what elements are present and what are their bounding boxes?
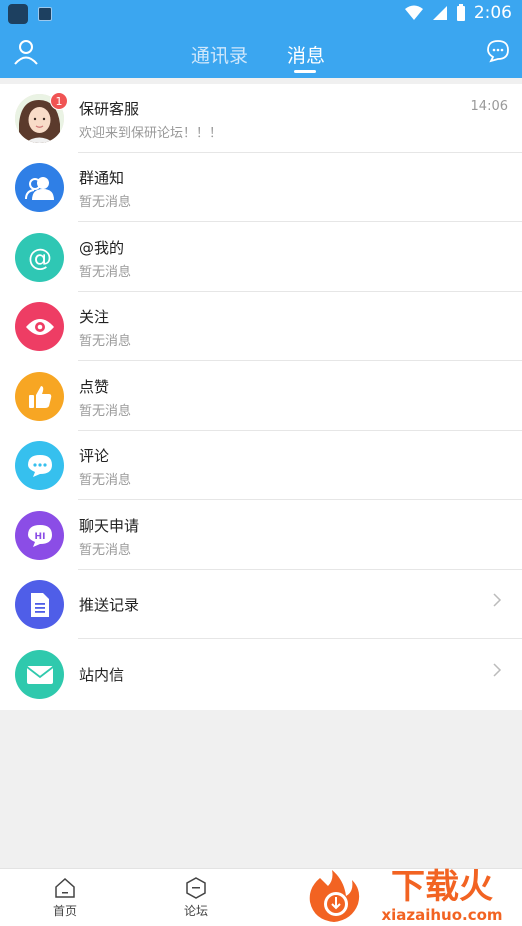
- top-bar: 通讯录 消息: [0, 28, 522, 78]
- list-item-group-notice[interactable]: 群通知 暂无消息: [0, 153, 522, 222]
- chevron-right-icon: [492, 662, 502, 682]
- row-title: 推送记录: [79, 596, 140, 614]
- tab-forum[interactable]: 论坛: [166, 877, 226, 919]
- comment-icon: [15, 441, 64, 490]
- forum-icon: [186, 877, 206, 899]
- message-list: 1 保研客服 欢迎来到保研论坛！！！ 14:06 群通知 暂无消息 @ @我的 …: [0, 84, 522, 710]
- row-title: 点赞: [79, 378, 110, 396]
- eye-icon: [15, 302, 64, 351]
- chat-bubble-icon[interactable]: [486, 39, 510, 67]
- status-icons: 2:06: [404, 3, 512, 23]
- group-icon: [15, 163, 64, 212]
- watermark-logo: 下载火 xiazaihuo.com: [306, 858, 522, 926]
- row-title: 评论: [79, 447, 110, 465]
- signal-icon: [432, 6, 447, 20]
- row-title: 保研客服: [79, 100, 140, 118]
- row-subtitle: 暂无消息: [79, 543, 132, 558]
- wifi-icon: [404, 5, 423, 20]
- app-notification-icon: [8, 4, 28, 24]
- row-time: 14:06: [470, 99, 508, 114]
- list-item-comments[interactable]: 评论 暂无消息: [0, 431, 522, 500]
- home-icon: [55, 877, 75, 898]
- svg-text:HI: HI: [34, 532, 45, 542]
- tab-home[interactable]: 首页: [35, 877, 95, 919]
- row-subtitle: 暂无消息: [79, 404, 132, 419]
- row-subtitle: 暂无消息: [79, 473, 132, 488]
- row-subtitle: 暂无消息: [79, 265, 132, 280]
- svg-text:@: @: [28, 244, 52, 272]
- tab-label: 首页: [52, 904, 77, 918]
- row-title: 站内信: [79, 666, 125, 684]
- tab-label: 论坛: [183, 904, 208, 918]
- at-icon: @: [15, 233, 64, 282]
- unread-badge: 1: [50, 92, 68, 110]
- chevron-right-icon: [492, 592, 502, 612]
- row-subtitle: 暂无消息: [79, 334, 132, 349]
- row-subtitle: 暂无消息: [79, 195, 132, 210]
- clock: 2:06: [473, 3, 512, 23]
- user-icon[interactable]: [14, 39, 38, 69]
- row-title: 聊天申请: [79, 517, 140, 535]
- row-title: 群通知: [79, 169, 125, 187]
- list-item-push-history[interactable]: 推送记录: [0, 570, 522, 639]
- list-item-support[interactable]: 1 保研客服 欢迎来到保研论坛！！！ 14:06: [0, 84, 522, 153]
- row-subtitle: 欢迎来到保研论坛！！！: [79, 126, 223, 141]
- svg-text:xiazaihuo.com: xiazaihuo.com: [381, 906, 502, 924]
- row-title: 关注: [79, 308, 110, 326]
- keyboard-notification-icon: [38, 7, 52, 21]
- tab-contacts[interactable]: 通讯录: [191, 41, 248, 68]
- divider: [78, 499, 522, 500]
- list-item-inbox[interactable]: 站内信: [0, 640, 522, 709]
- hi-bubble-icon: HI: [15, 511, 64, 560]
- document-icon: [15, 580, 64, 629]
- list-item-follow[interactable]: 关注 暂无消息: [0, 292, 522, 361]
- list-item-likes[interactable]: 点赞 暂无消息: [0, 362, 522, 431]
- envelope-icon: [15, 650, 64, 699]
- status-bar: 2:06: [0, 0, 522, 28]
- svg-text:下载火: 下载火: [391, 867, 493, 907]
- tab-messages[interactable]: 消息: [287, 41, 325, 68]
- divider: [78, 360, 522, 361]
- divider: [78, 638, 522, 639]
- list-item-chat-request[interactable]: HI 聊天申请 暂无消息: [0, 501, 522, 570]
- tab-indicator: [294, 70, 316, 73]
- row-title: @我的: [79, 239, 125, 257]
- battery-icon: [456, 4, 465, 21]
- list-item-mentions[interactable]: @ @我的 暂无消息: [0, 223, 522, 292]
- thumbs-up-icon: [15, 372, 64, 421]
- divider: [78, 221, 522, 222]
